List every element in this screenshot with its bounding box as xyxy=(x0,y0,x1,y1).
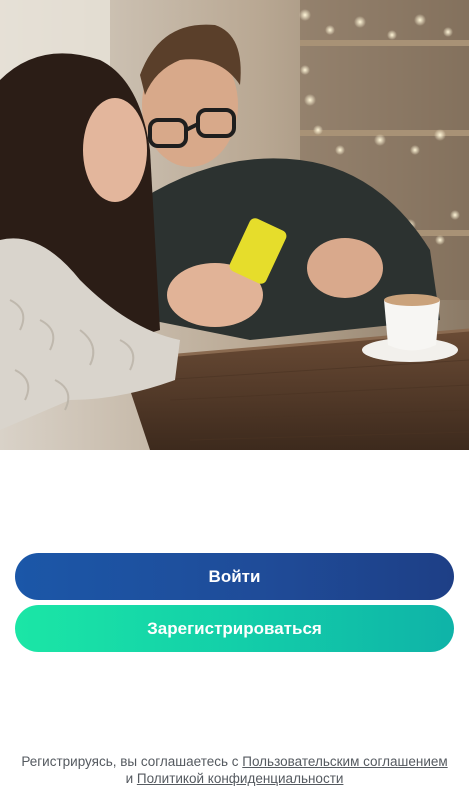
privacy-policy-link[interactable]: Политикой конфиденциальности xyxy=(137,771,344,786)
terms-link[interactable]: Пользовательским соглашением xyxy=(242,754,447,769)
legal-prefix: Регистрируясь, вы соглашаетесь с xyxy=(21,754,243,769)
hero-image xyxy=(0,0,469,450)
register-button-label: Зарегистрироваться xyxy=(147,618,322,638)
login-screen: Войти Зарегистрироваться Регистрируясь, … xyxy=(0,0,469,800)
legal-conjunction: и xyxy=(125,771,137,786)
login-button-label: Войти xyxy=(208,566,261,586)
login-button[interactable]: Войти xyxy=(15,553,454,600)
legal-notice: Регистрируясь, вы соглашаетесь с Пользов… xyxy=(20,753,449,787)
register-button[interactable]: Зарегистрироваться xyxy=(15,605,454,652)
